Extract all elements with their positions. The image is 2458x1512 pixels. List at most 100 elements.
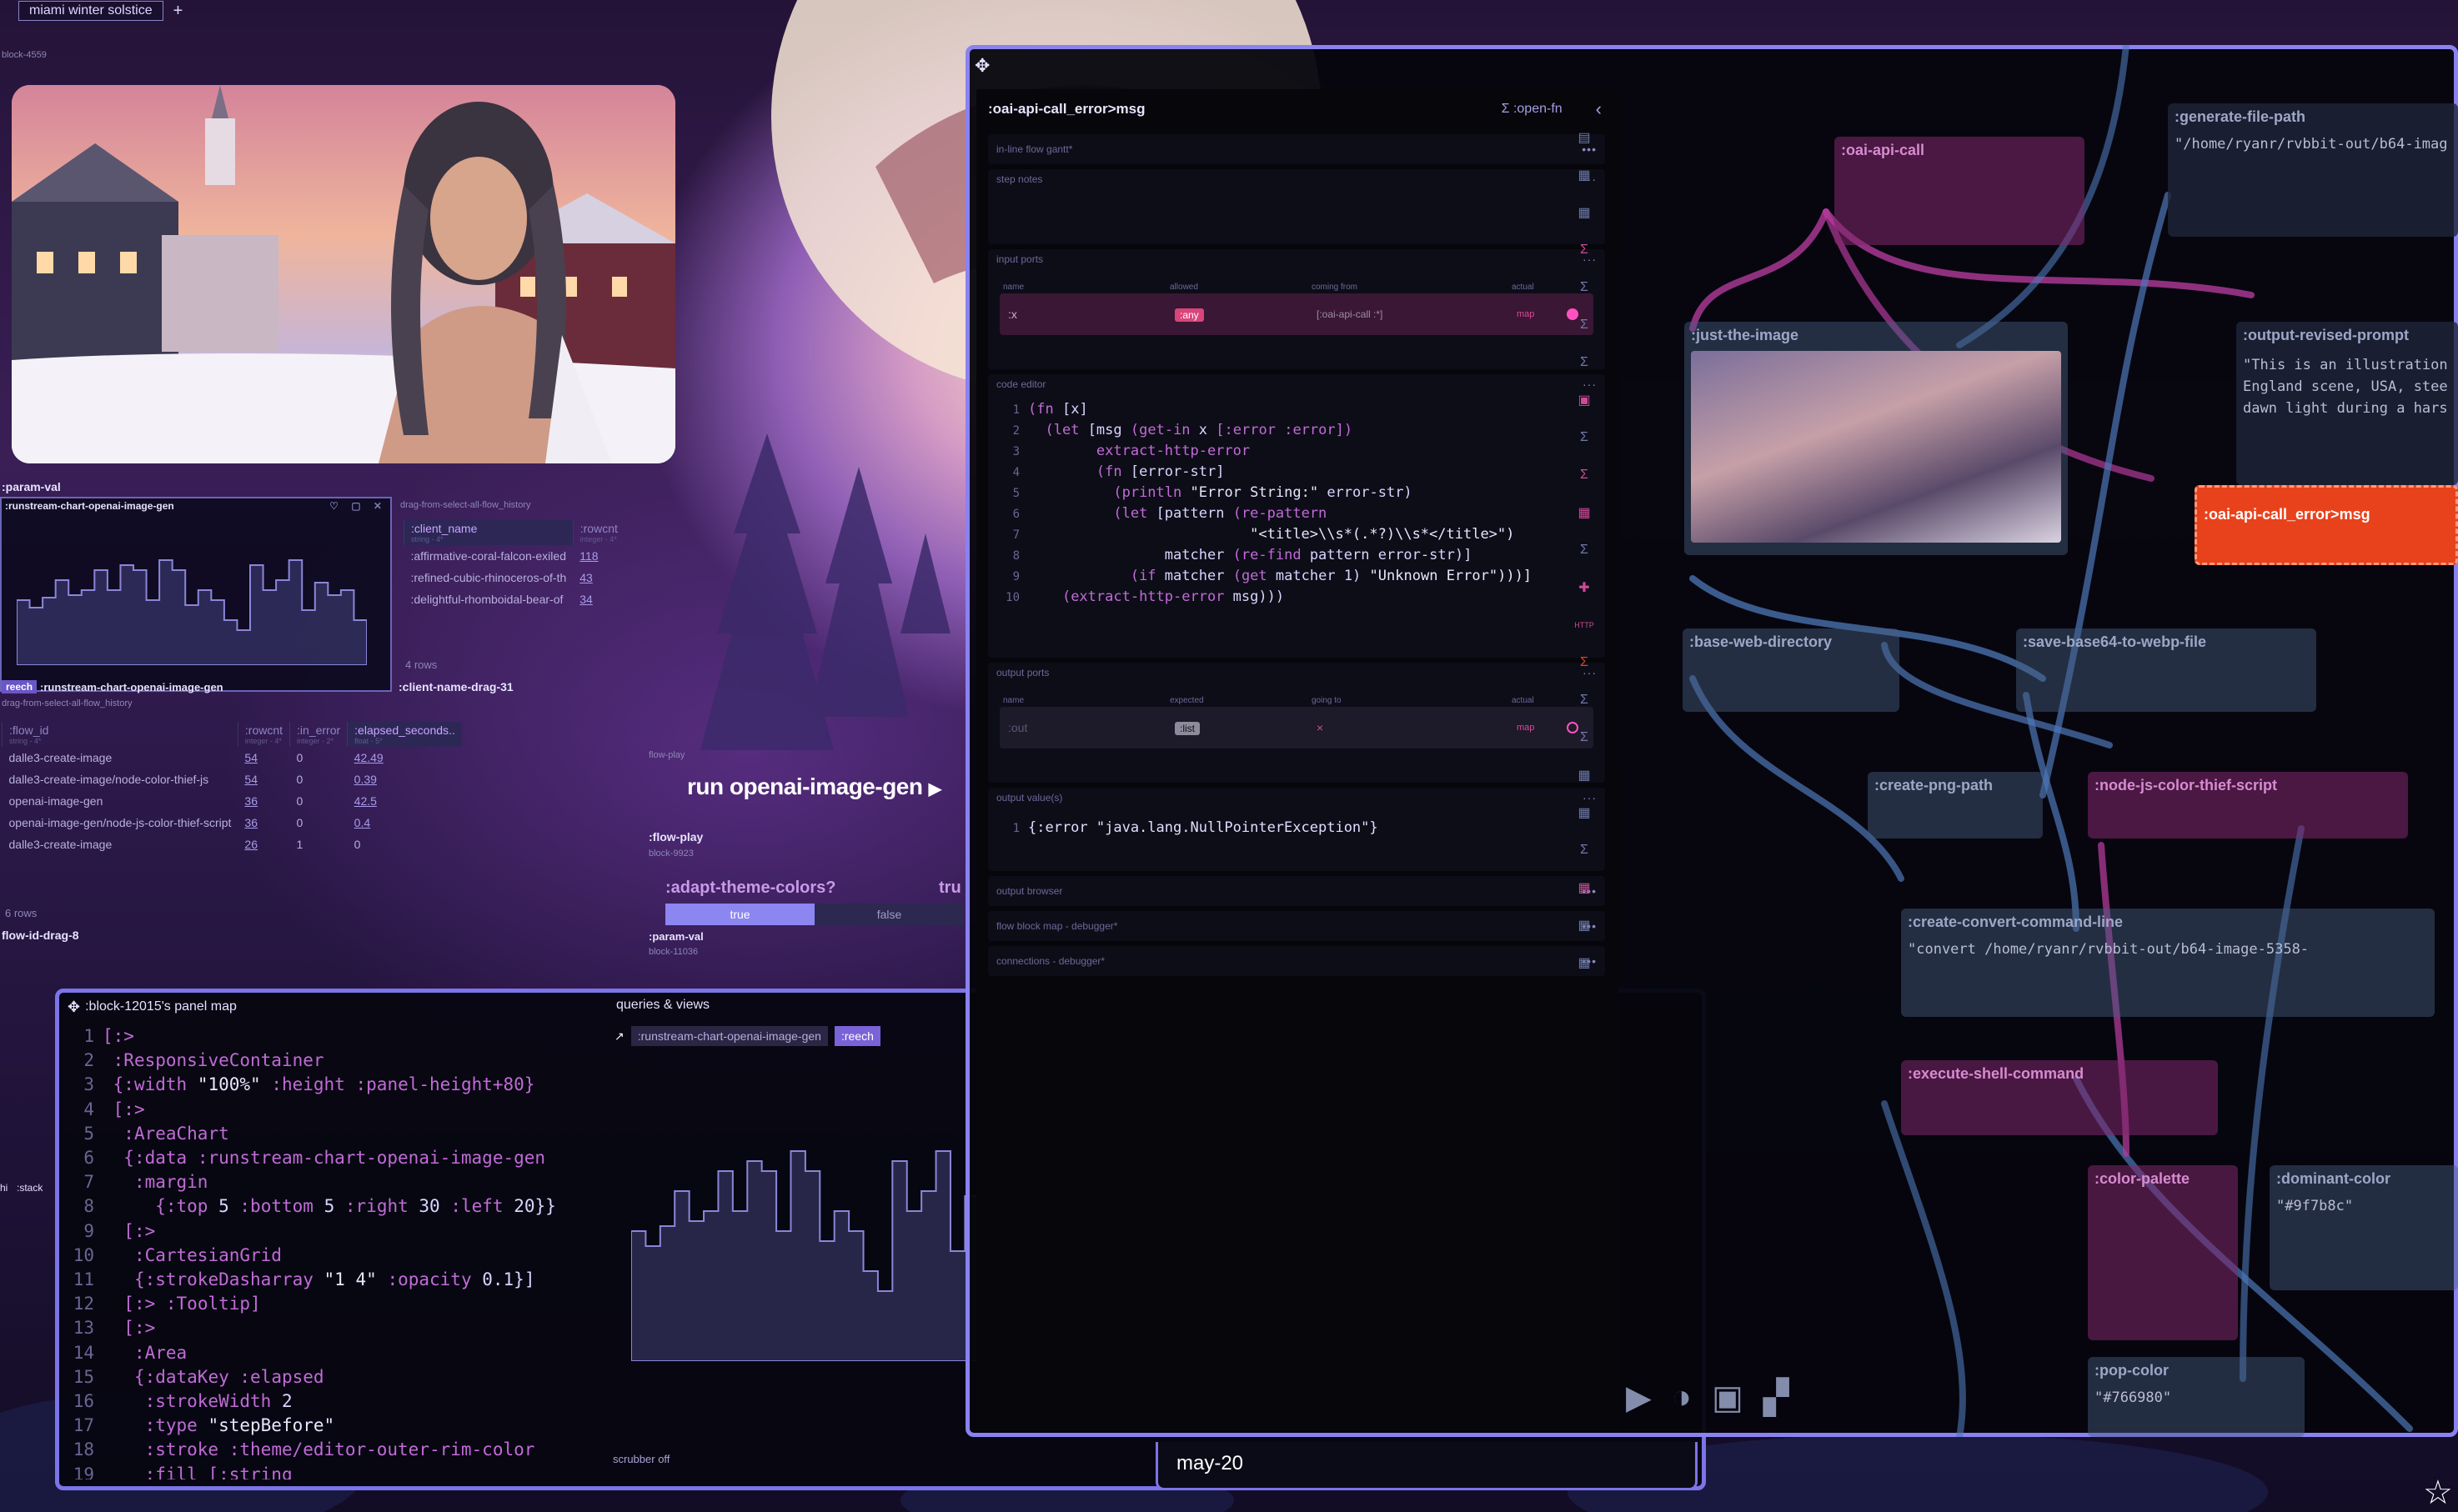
code-line[interactable]: 5 (println "Error String:" error-str)	[1000, 483, 1605, 503]
node-create-convert-command[interactable]: :create-convert-command-line "convert /ho…	[1901, 909, 2435, 1017]
notes-section[interactable]: step notes ···	[988, 169, 1605, 244]
sigma-icon[interactable]: Σ	[1574, 463, 1594, 488]
code-editor[interactable]: 1 (fn [x] 2 (let [msg (get-in x [:error :e…	[988, 394, 1605, 616]
puzzle-icon[interactable]: ✚	[1574, 575, 1594, 600]
code-line[interactable]: 8 {:top 5 :bottom 5 :right 30 :left 20}}	[66, 1194, 608, 1219]
col-header[interactable]: :elapsed_seconds.. float - 5*	[347, 722, 462, 747]
code-line[interactable]: 5 :AreaChart	[66, 1122, 608, 1146]
col-header[interactable]: :rowcnt integer - 4*	[237, 722, 290, 747]
move-icon[interactable]: ✥	[975, 55, 990, 77]
query-label[interactable]: :runstream-chart-openai-image-gen	[630, 1026, 828, 1046]
code-line[interactable]: 4 [:>	[66, 1098, 608, 1122]
tab-miami-winter-solstice[interactable]: miami winter solstice	[18, 1, 163, 21]
sigma-icon[interactable]: Σ	[1574, 838, 1594, 863]
gantt-section[interactable]: in-line flow gantt* •••	[988, 134, 1605, 164]
table-row[interactable]: dalle3-create-image/node-color-thief-js 5…	[3, 769, 462, 790]
sigma-icon[interactable]: Σ	[1574, 350, 1594, 375]
node-create-png-path[interactable]: :create-png-path	[1868, 772, 2043, 839]
code-line[interactable]: 12 [:> :Tooltip]	[66, 1292, 608, 1316]
runstream-chart-panel[interactable]: :runstream-chart-openai-image-gen ♡ ▢ ✕ …	[0, 497, 392, 693]
code-line[interactable]: 14 :Area	[66, 1341, 608, 1365]
code-line[interactable]: 1 [:>	[66, 1024, 608, 1049]
sigma-icon[interactable]: Σ	[1574, 238, 1594, 263]
col-header[interactable]: :rowcnt integer - 4*	[572, 520, 625, 545]
sigma-icon[interactable]: Σ	[1574, 538, 1594, 563]
table-icon[interactable]: ▦	[1574, 500, 1594, 525]
code-line[interactable]: 10 :CartesianGrid	[66, 1244, 608, 1268]
table-row[interactable]: dalle3-create-image 54 0 42.49	[3, 747, 462, 769]
node-generate-file-path[interactable]: :generate-file-path "/home/ryanr/rvbbit-o…	[2168, 103, 2458, 237]
node-execute-shell[interactable]: :execute-shell-command	[1901, 1060, 2218, 1135]
connections-section[interactable]: connections - debugger* •••	[988, 946, 1605, 976]
node-just-the-image[interactable]: :just-the-image	[1684, 322, 2068, 555]
node-oai-api-call[interactable]: :oai-api-call	[1834, 137, 2084, 245]
input-port-row[interactable]: :x :any [:oai-api-call :*] map	[1000, 293, 1593, 335]
node-base-web-directory[interactable]: :base-web-directory	[1683, 628, 1899, 712]
code-line[interactable]: 10 (extract-http-error msg)))	[1000, 587, 1605, 608]
node-output-revised-prompt[interactable]: :output-revised-prompt "This is an illust…	[2236, 322, 2458, 485]
code-line[interactable]: 6 (let [pattern (re-pattern	[1000, 503, 1605, 524]
node-color-palette[interactable]: :color-palette	[2088, 1165, 2238, 1340]
chart-icon[interactable]: ▤	[1574, 125, 1594, 150]
sigma-icon[interactable]: Σ	[1574, 425, 1594, 450]
code-editor-section[interactable]: code editor ··· 1 (fn [x] 2 (let [msg (get-…	[988, 374, 1605, 658]
query-tag[interactable]: :reech	[834, 1026, 880, 1046]
open-fn-label[interactable]: Σ :open-fn	[1502, 102, 1563, 117]
table-row[interactable]: dalle3-create-image 26 1 0	[3, 834, 462, 855]
block-map-section[interactable]: flow block map - debugger* •••	[988, 911, 1605, 941]
col-header[interactable]: :flow_id string - 4*	[2, 722, 238, 747]
star-icon[interactable]: ☆	[2423, 1474, 2453, 1512]
code-line[interactable]: 1 (fn [x]	[1000, 399, 1605, 420]
scrubber-label[interactable]: scrubber off	[613, 1453, 670, 1465]
col-header[interactable]: :in_error integer - 2*	[289, 722, 348, 747]
node-save-base64[interactable]: :save-base64-to-webp-file	[2016, 628, 2316, 712]
sigma-icon[interactable]: Σ	[1574, 688, 1594, 713]
code-line[interactable]: 11 {:strokeDasharray "1 4" :opacity 0.1}…	[66, 1268, 608, 1292]
code-line[interactable]: 17 :type "stepBefore"	[66, 1414, 608, 1438]
output-value[interactable]: 1 {:error "java.lang.NullPointerException…	[988, 808, 1605, 836]
panel-map-code[interactable]: 1 [:> 2 :ResponsiveContainer 3 {:width "100…	[66, 1024, 608, 1479]
col-header[interactable]: :client_name string - 4*	[404, 520, 574, 545]
flow-drag-label[interactable]: flow-id-drag-8	[2, 929, 79, 942]
code-line[interactable]: 15 {:dataKey :elapsed	[66, 1365, 608, 1389]
date-bar[interactable]: may-20	[1156, 1442, 1698, 1490]
code-line[interactable]: 9 [:>	[66, 1219, 608, 1244]
code-line[interactable]: 8 matcher (re-find pattern error-str)]	[1000, 545, 1605, 566]
code-line[interactable]: 9 (if matcher (get matcher 1) "Unknown E…	[1000, 566, 1605, 587]
sigma-icon[interactable]: Σ	[1574, 650, 1594, 675]
table-icon[interactable]: ▦	[1574, 800, 1594, 825]
timer-icon[interactable]: ◑	[1672, 1379, 1692, 1417]
sigma-icon[interactable]: Σ	[1574, 313, 1594, 338]
code-line[interactable]: 2 :ResponsiveContainer	[66, 1049, 608, 1073]
query-row[interactable]: ↗ :runstream-chart-openai-image-gen :ree…	[614, 1026, 880, 1046]
table-icon[interactable]: ▦	[1574, 763, 1594, 788]
toggle-false[interactable]: false	[815, 904, 964, 925]
node-error-msg-active[interactable]: :oai-api-call_error>msg	[2195, 485, 2458, 565]
table-icon[interactable]: ▦	[1574, 200, 1594, 225]
code-line[interactable]: 18 :stroke :theme/editor-outer-rim-color	[66, 1438, 608, 1462]
table-icon[interactable]: ▦	[1574, 875, 1594, 900]
code-line[interactable]: 13 [:>	[66, 1316, 608, 1340]
reech-tag[interactable]: reech	[2, 680, 38, 693]
table-row[interactable]: :delightful-rhomboidal-bear-of 34	[404, 588, 625, 610]
output-port-row[interactable]: :out :list × map	[1000, 707, 1593, 748]
http-icon[interactable]: HTTP	[1574, 613, 1594, 638]
table-row[interactable]: :refined-cubic-rhinoceros-of-th 43	[404, 567, 625, 588]
generated-image[interactable]	[12, 85, 675, 463]
code-line[interactable]: 16 :strokeWidth 2	[66, 1389, 608, 1414]
move-icon[interactable]: ✥	[68, 999, 80, 1016]
window-controls-icon[interactable]: ♡ ▢ ✕	[329, 500, 387, 513]
save-icon[interactable]: ▣	[1712, 1379, 1743, 1417]
code-line[interactable]: 19 :fill [:string	[66, 1463, 608, 1479]
code-line[interactable]: 7 :margin	[66, 1170, 608, 1194]
sigma-icon[interactable]: Σ	[1574, 725, 1594, 750]
code-line[interactable]: 7 "<title>\\s*(.*?)\\s*</title>")	[1000, 524, 1605, 545]
output-browser-section[interactable]: output browser •••	[988, 876, 1605, 906]
play-icon[interactable]: ▶	[1626, 1379, 1652, 1417]
table-icon[interactable]: ▦	[1574, 950, 1594, 975]
collapse-chevron-icon[interactable]: ‹	[1596, 98, 1602, 120]
image-icon[interactable]: ▣	[1574, 388, 1594, 413]
node-dominant-color[interactable]: :dominant-color "#9f7b8c"	[2270, 1165, 2458, 1290]
node-pop-color[interactable]: :pop-color "#766980"	[2088, 1357, 2305, 1437]
code-line[interactable]: 3 {:width "100%" :height :panel-height+8…	[66, 1073, 608, 1097]
